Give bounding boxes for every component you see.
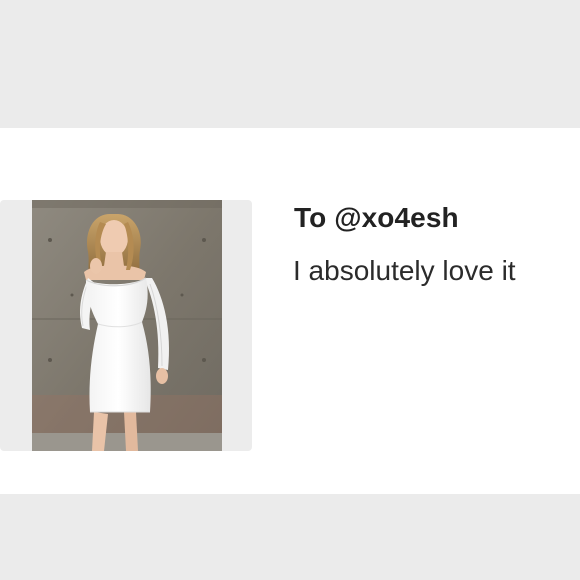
gift-message-text: I absolutely love it	[293, 255, 516, 286]
top-margin	[0, 0, 580, 128]
product-thumbnail[interactable]	[0, 200, 252, 451]
bottom-margin	[0, 494, 580, 580]
recipient-handle: To @xo4esh	[294, 202, 459, 233]
gift-message-card: To @xo4esh I absolutely love it	[0, 128, 580, 494]
page: To @xo4esh I absolutely love it	[0, 0, 580, 580]
product-photo	[32, 200, 222, 451]
